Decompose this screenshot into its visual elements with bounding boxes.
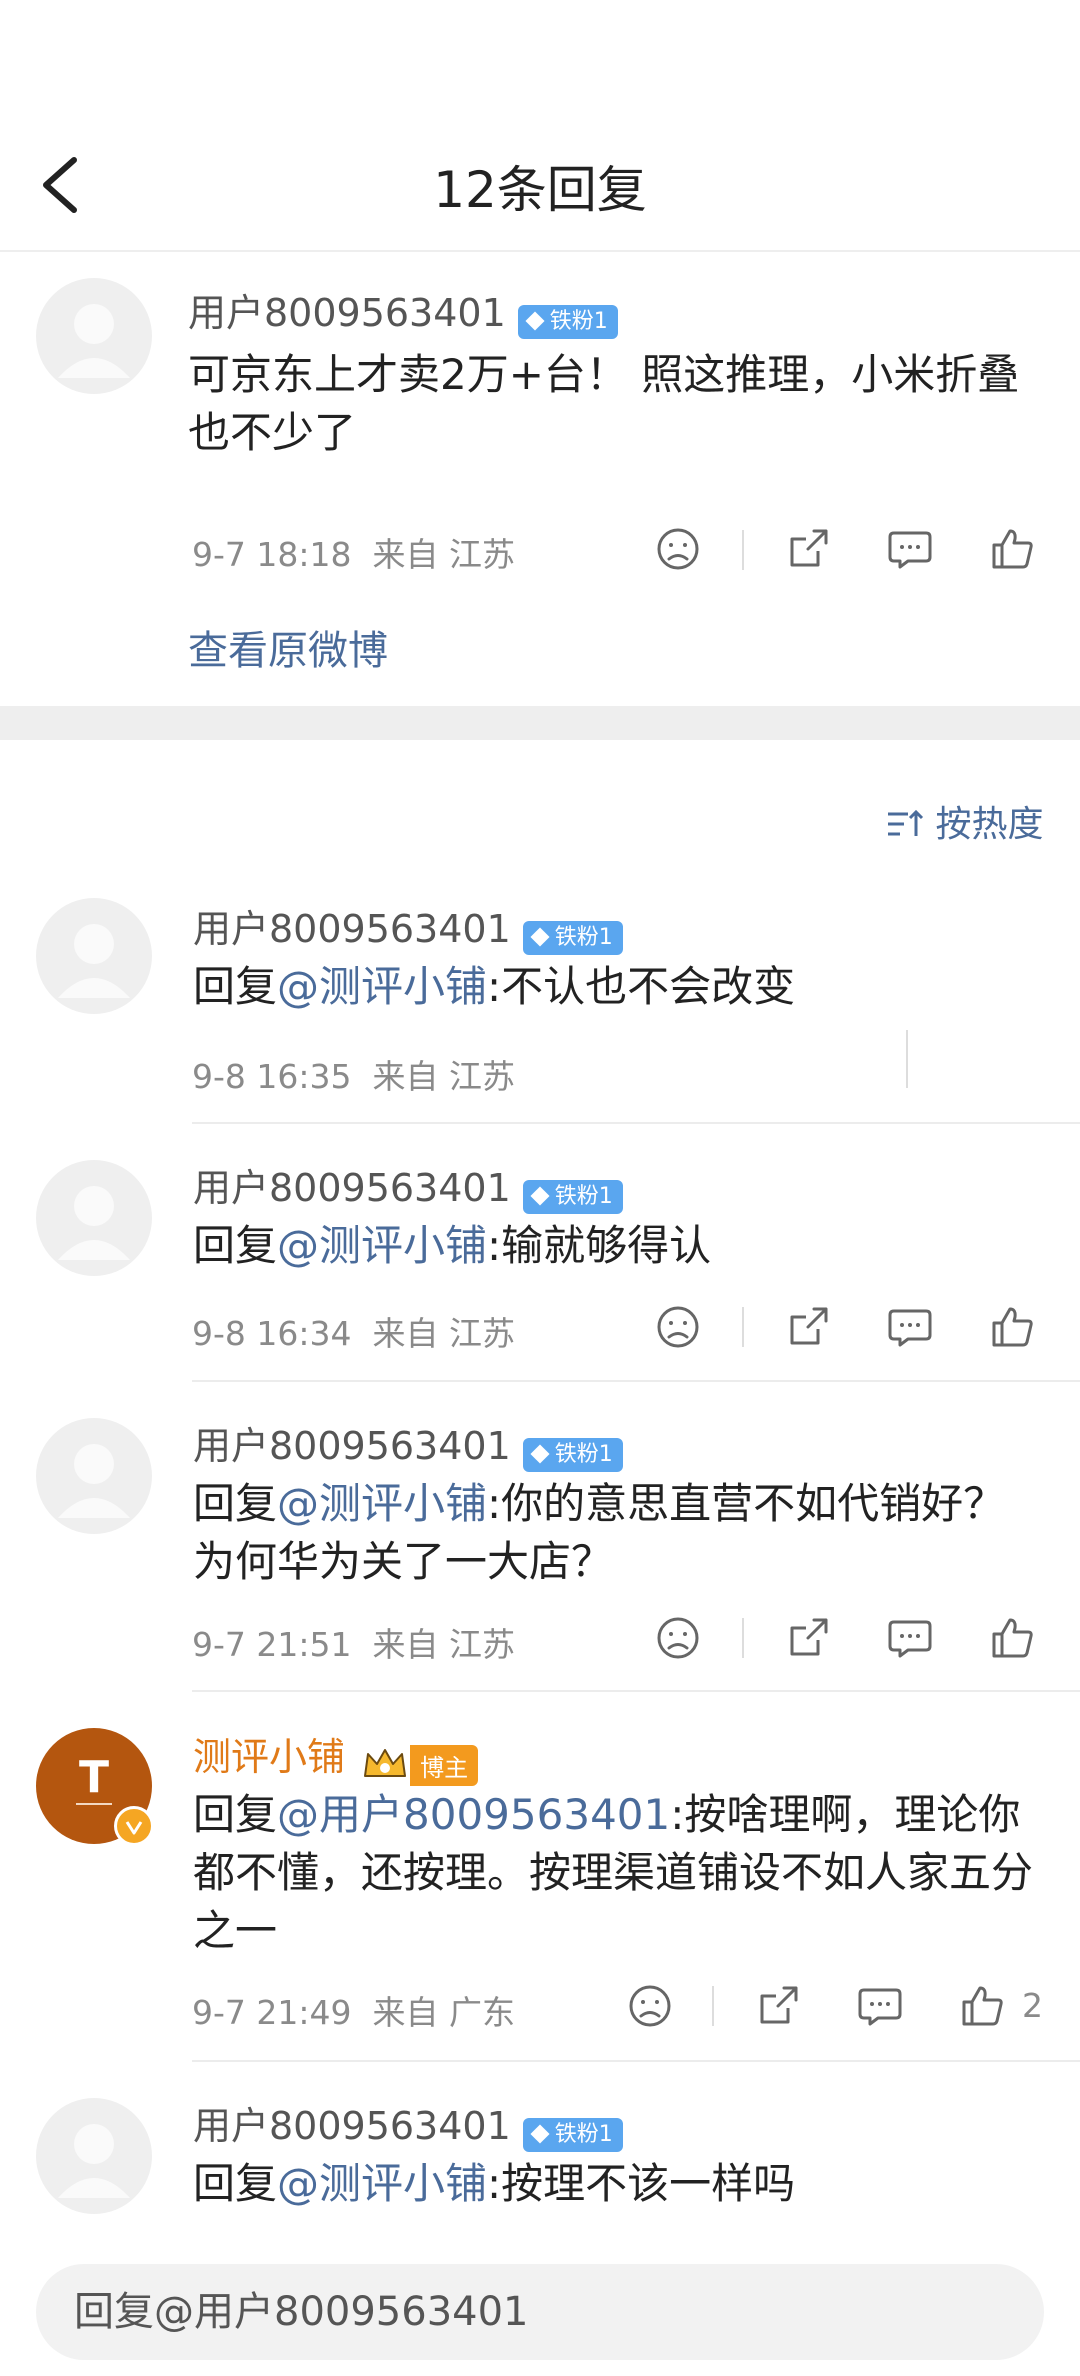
dislike-icon[interactable] (648, 1297, 708, 1357)
reply-text: 回复@测评小铺:输就够得认 (193, 1221, 712, 1270)
dislike-icon[interactable] (620, 1976, 680, 2036)
timestamp: 9-7 21:49 (192, 1993, 352, 2032)
comment-icon[interactable] (880, 1297, 940, 1357)
share-icon[interactable] (778, 519, 838, 579)
sort-icon (884, 804, 935, 845)
svg-text:T: T (79, 1752, 109, 1803)
mention-link[interactable]: @测评小铺 (277, 1221, 487, 1270)
reply-meta: 9-8 16:34 来自 江苏 (192, 1307, 515, 1355)
divider (742, 1307, 744, 1347)
reply-header: 用户8009563401 铁粉1 (193, 2095, 623, 2152)
comment-header: 用户8009563401 铁粉1 (188, 282, 618, 339)
timestamp: 9-8 16:35 (192, 1057, 352, 1096)
fan-badge: 铁粉1 (522, 2117, 623, 2152)
reply-meta: 9-7 21:51 来自 江苏 (192, 1618, 515, 1666)
row-divider (192, 1690, 1080, 1692)
timestamp: 9-7 18:18 (192, 535, 352, 574)
blogger-badge: 博主 (410, 1745, 479, 1786)
verified-icon (114, 1806, 154, 1846)
row-divider (192, 2060, 1080, 2062)
reply-header: 用户8009563401 铁粉1 (193, 1415, 623, 1472)
location: 来自 江苏 (372, 1625, 515, 1664)
reply-header: 用户8009563401 铁粉1 (193, 898, 623, 955)
comment-icon[interactable] (880, 1608, 940, 1668)
username[interactable]: 用户8009563401 (193, 1424, 511, 1468)
timestamp: 9-8 16:34 (192, 1314, 352, 1353)
share-icon[interactable] (778, 1608, 838, 1668)
username[interactable]: 测评小铺 (193, 1735, 345, 1779)
like-icon[interactable] (952, 1976, 1012, 2036)
divider (906, 1030, 908, 1088)
comment-icon[interactable] (850, 1976, 910, 2036)
username[interactable]: 用户8009563401 (188, 291, 506, 335)
reply-input[interactable] (74, 2264, 974, 2360)
sort-label: 按热度 (935, 804, 1044, 845)
avatar[interactable] (36, 2098, 152, 2214)
comment-text: 可京东上才卖2万+台！ 照这推理，小米折叠也不少了 (188, 350, 1020, 457)
row-divider (192, 1122, 1080, 1124)
dislike-icon[interactable] (648, 1608, 708, 1668)
sort-button[interactable]: 按热度 (884, 795, 1043, 847)
location: 来自 江苏 (372, 1314, 515, 1353)
username[interactable]: 用户8009563401 (193, 907, 511, 951)
share-icon[interactable] (778, 1297, 838, 1357)
header-divider (0, 250, 1080, 252)
divider (742, 530, 744, 570)
avatar[interactable] (36, 1160, 152, 1276)
comment-meta: 9-7 18:18 来自 江苏 (192, 528, 515, 576)
reply-meta: 9-8 16:35 来自 江苏 (192, 1050, 515, 1098)
username[interactable]: 用户8009563401 (193, 2104, 511, 2148)
dislike-icon[interactable] (648, 519, 708, 579)
fan-badge: 铁粉1 (522, 1179, 623, 1214)
reply-header: 用户8009563401 铁粉1 (193, 1157, 623, 1214)
reply-header: 测评小铺 博主 (193, 1726, 479, 1788)
mention-link[interactable]: @用户8009563401 (277, 1790, 670, 1839)
mention-link[interactable]: @测评小铺 (277, 1479, 487, 1528)
like-icon[interactable] (982, 1608, 1042, 1668)
like-icon[interactable] (982, 519, 1042, 579)
comment-icon[interactable] (880, 519, 940, 579)
like-icon[interactable] (982, 1297, 1042, 1357)
crown-icon (360, 1744, 410, 1788)
section-divider (0, 706, 1080, 740)
location: 来自 广东 (372, 1993, 515, 2032)
mention-link[interactable]: @测评小铺 (277, 962, 487, 1011)
location: 来自 江苏 (372, 535, 515, 574)
location: 来自 江苏 (372, 1057, 515, 1096)
username[interactable]: 用户8009563401 (193, 1166, 511, 1210)
reply-meta: 9-7 21:49 来自 广东 (192, 1986, 515, 2034)
reply-text: 回复@测评小铺:按理不该一样吗 (193, 2159, 796, 2208)
page-title: 12条回复 (433, 161, 647, 219)
avatar[interactable] (36, 278, 152, 394)
avatar[interactable] (36, 898, 152, 1014)
reply-text: 回复@用户8009563401:按啥理啊，理论你都不懂，还按理。按理渠道铺设不如… (193, 1790, 1034, 1955)
like-count: 2 (1022, 1986, 1043, 2025)
divider (742, 1618, 744, 1658)
timestamp: 9-7 21:51 (192, 1625, 352, 1664)
view-original-link[interactable]: 查看原微博 (188, 618, 388, 676)
row-divider (192, 1380, 1080, 1382)
fan-badge: 铁粉1 (517, 304, 618, 339)
fan-badge: 铁粉1 (522, 1437, 623, 1472)
reply-text: 回复@测评小铺:不认也不会改变 (193, 962, 796, 1011)
avatar[interactable] (36, 1418, 152, 1534)
reply-box (36, 2264, 1044, 2360)
reply-text: 回复@测评小铺:你的意思直营不如代销好？为何华为关了一大店？ (193, 1479, 1006, 1586)
share-icon[interactable] (748, 1976, 808, 2036)
mention-link[interactable]: @测评小铺 (277, 2159, 487, 2208)
divider (712, 1986, 714, 2026)
fan-badge: 铁粉1 (522, 920, 623, 955)
